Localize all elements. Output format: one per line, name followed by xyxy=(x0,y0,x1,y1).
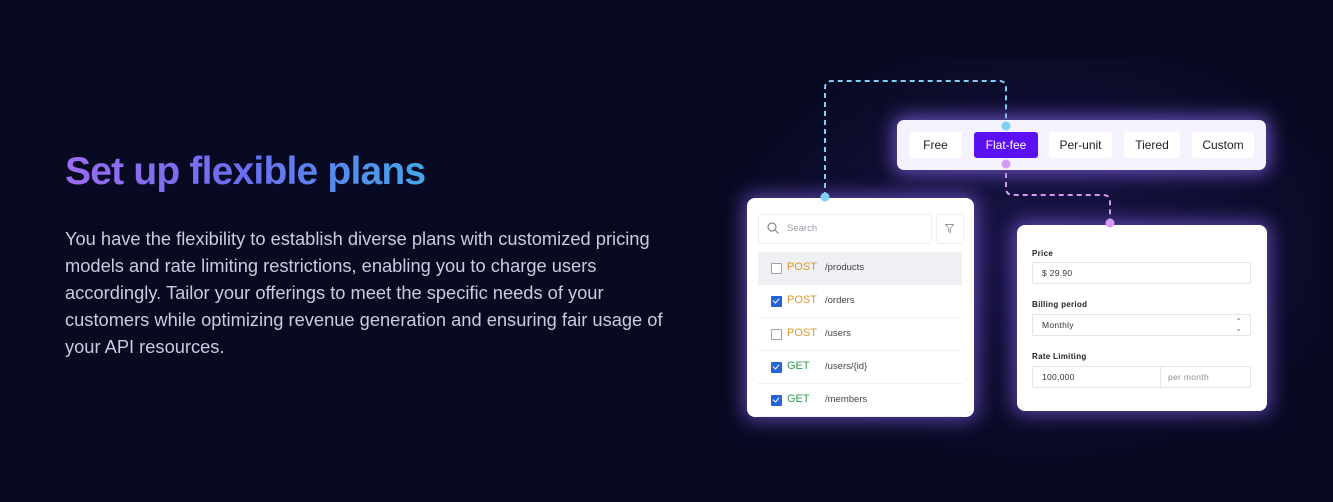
connector-dots xyxy=(820,121,1115,228)
connector-dot-blue-bottom xyxy=(820,192,830,202)
connector-dot-purple-bottom xyxy=(1105,218,1115,228)
connector-dot-purple-top xyxy=(1001,159,1011,169)
connector-dot-blue-top xyxy=(1001,121,1011,131)
